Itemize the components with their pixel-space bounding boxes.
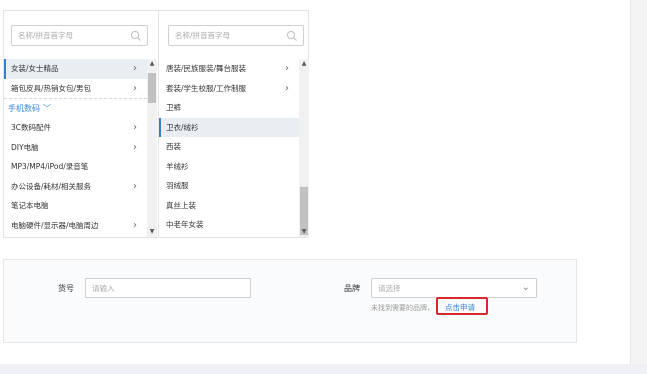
- category-column-level2: 唐装/民族服装/舞台服装 › 套装/学生校服/工作制服 › 卫裤 卫衣/绒衫 西…: [158, 11, 309, 237]
- list-item-label: 中老年女装: [166, 220, 204, 229]
- brand-hint: 未找到需要的品牌，: [371, 304, 434, 312]
- list-item-label: DIY电脑: [11, 142, 39, 152]
- list-item-label: 箱包皮具/热销女包/男包: [11, 83, 92, 93]
- brand-select[interactable]: ⌄: [371, 278, 537, 298]
- list-item[interactable]: 西装: [159, 137, 299, 157]
- chevron-right-icon: ›: [285, 63, 289, 74]
- list-item[interactable]: DIY电脑 ›: [4, 138, 147, 158]
- list-item[interactable]: MP3/MP4/iPod/录音笔: [4, 157, 147, 177]
- brand-label: 品牌: [344, 284, 360, 293]
- list-item-label: 笔记本电脑: [11, 201, 49, 210]
- scroll-up-icon[interactable]: ▲: [299, 59, 309, 69]
- scroll-thumb[interactable]: [148, 73, 156, 103]
- scroll-up-icon[interactable]: ▲: [147, 59, 157, 69]
- chevron-right-icon: ›: [133, 63, 137, 74]
- list-item-label: 办公设备/耗材/相关服务: [11, 181, 92, 191]
- brand-select-input[interactable]: [372, 279, 536, 297]
- list-item-label: 唐装/民族服装/舞台服装: [166, 64, 247, 73]
- level1-list: 女装/女士精品 › 箱包皮具/热销女包/男包 › 手机数码 ﹀ 3C数码配件 › …: [4, 59, 147, 237]
- level2-search[interactable]: [168, 25, 304, 46]
- item-no-input[interactable]: [86, 279, 250, 297]
- list-item-label: 西装: [166, 142, 181, 151]
- list-item[interactable]: 中老年女装: [159, 215, 299, 235]
- list-item-label: 电脑硬件/显示器/电脑周边: [11, 220, 99, 230]
- list-item[interactable]: 羽绒服: [159, 176, 299, 196]
- list-item[interactable]: 唐装/民族服装/舞台服装 ›: [159, 59, 299, 79]
- page-bottom-strip: [0, 364, 647, 374]
- list-item[interactable]: 女装/女士精品 ›: [4, 59, 147, 79]
- level2-search-input[interactable]: [169, 26, 303, 45]
- list-item[interactable]: 3C数码配件 ›: [4, 118, 147, 138]
- list-item-label: 卫衣/绒衫: [166, 122, 199, 132]
- list-item[interactable]: 笔记本电脑: [4, 196, 147, 216]
- category-selector: 女装/女士精品 › 箱包皮具/热销女包/男包 › 手机数码﹀ 3C数码配件 › …: [3, 10, 309, 238]
- list-item-label: 羽绒服: [166, 181, 189, 190]
- list-item-label: 3C数码配件: [11, 123, 52, 132]
- list-item[interactable]: 箱包皮具/热销女包/男包 ›: [4, 79, 147, 99]
- list-item[interactable]: 羊绒衫: [159, 157, 299, 177]
- page-right-edge: [630, 0, 647, 374]
- list-item-label: 卫裤: [166, 103, 181, 112]
- list-item-label: 女装/女士精品: [11, 64, 59, 73]
- list-item[interactable]: 真丝上装: [159, 196, 299, 216]
- item-no-label: 货号: [58, 284, 74, 293]
- apply-brand-link[interactable]: 点击申请: [445, 302, 475, 313]
- category-column-level1: 女装/女士精品 › 箱包皮具/热销女包/男包 › 手机数码﹀ 3C数码配件 › …: [4, 11, 157, 237]
- list-item[interactable]: 卫裤: [159, 98, 299, 118]
- scroll-down-icon[interactable]: ▼: [299, 227, 309, 237]
- level2-scrollbar[interactable]: ▲ ▼: [299, 59, 309, 237]
- scroll-down-icon[interactable]: ▼: [147, 227, 157, 237]
- product-attributes-form: 货号 品牌 ⌄ 未找到需要的品牌， 点击申请: [3, 259, 577, 343]
- level1-scrollbar[interactable]: ▲ ▼: [147, 59, 157, 237]
- group-header-mobile-digital[interactable]: 手机数码 ﹀: [4, 98, 147, 118]
- list-item[interactable]: 电脑硬件/显示器/电脑周边 ›: [4, 216, 147, 236]
- group-title: 手机数码: [8, 104, 40, 113]
- chevron-right-icon: ›: [133, 82, 137, 94]
- chevron-down-icon: ⌄: [521, 282, 530, 293]
- chevron-right-icon: ›: [133, 180, 137, 192]
- chevron-right-icon: ›: [133, 219, 137, 231]
- level1-search[interactable]: [11, 25, 148, 46]
- chevron-right-icon: ›: [133, 141, 137, 153]
- list-item-label: 羊绒衫: [166, 161, 189, 171]
- list-item[interactable]: 办公设备/耗材/相关服务 ›: [4, 177, 147, 197]
- list-item-label: 套装/学生校服/工作制服: [166, 83, 247, 93]
- list-item[interactable]: 套装/学生校服/工作制服 ›: [159, 79, 299, 99]
- chevron-right-icon: ›: [285, 82, 289, 94]
- list-item-label: MP3/MP4/iPod/录音笔: [11, 162, 89, 171]
- chevron-down-icon: ﹀: [43, 104, 51, 113]
- item-no-field[interactable]: [85, 278, 251, 298]
- search-icon: [130, 30, 141, 41]
- search-icon: [286, 30, 297, 41]
- list-item-label: 真丝上装: [166, 200, 196, 210]
- level2-list: 唐装/民族服装/舞台服装 › 套装/学生校服/工作制服 › 卫裤 卫衣/绒衫 西…: [159, 59, 299, 237]
- level1-search-input[interactable]: [12, 26, 147, 45]
- list-item[interactable]: 卫衣/绒衫: [159, 117, 299, 137]
- chevron-right-icon: ›: [133, 122, 137, 133]
